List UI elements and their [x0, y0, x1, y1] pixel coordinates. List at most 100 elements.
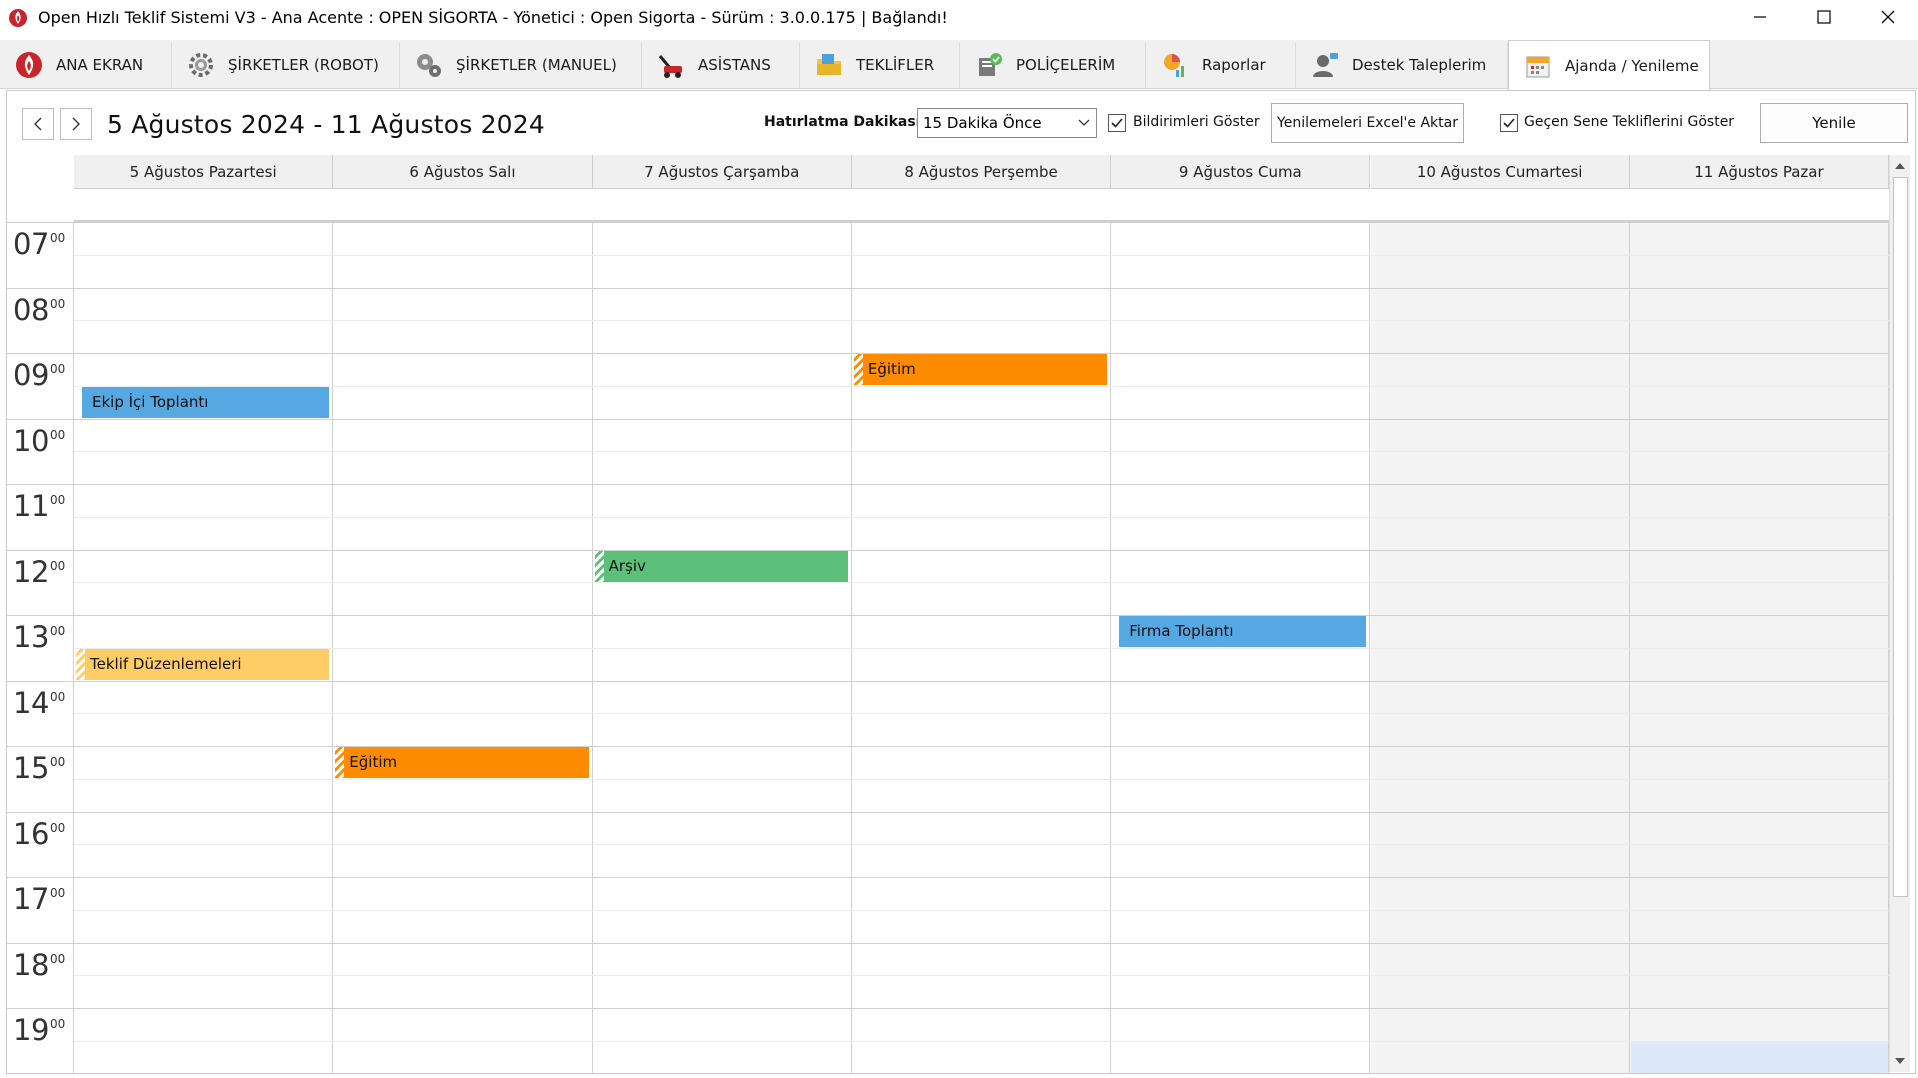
reminder-label: Hatırlatma Dakikası — [764, 114, 921, 130]
maximize-button[interactable] — [1792, 0, 1856, 34]
tab-destek-taleplerim[interactable]: Destek Taleplerim — [1296, 42, 1508, 88]
minute-superscript: 00 — [50, 493, 66, 507]
calendar-event[interactable]: Eğitim — [335, 747, 589, 778]
hour-line — [74, 418, 1889, 420]
tab-ana-ekran[interactable]: ANA EKRAN — [0, 42, 172, 88]
event-title: Eğitim — [349, 753, 398, 771]
day-header[interactable]: 11 Ağustos Pazar — [1629, 155, 1889, 189]
date-range-title: 5 Ağustos 2024 - 11 Ağustos 2024 — [107, 110, 545, 139]
time-grid[interactable]: Ekip İçi Toplantı Eğitim Arşiv Firma Toplan… — [74, 222, 1889, 1073]
calendar-event[interactable]: Firma Toplantı — [1119, 616, 1367, 647]
app-logo-icon — [9, 9, 27, 27]
previous-week-button[interactable] — [22, 108, 54, 140]
hour-label: 10 00 — [7, 418, 74, 484]
hour-label: 16 00 — [7, 811, 74, 877]
half-hour-line — [74, 516, 1889, 518]
calendar-icon — [1521, 49, 1555, 83]
calendar-event[interactable]: Teklif Düzenlemeleri — [76, 648, 330, 680]
main-tab-bar: ANA EKRAN ŞİRKETLER (ROBOT) ŞİRKETLER (M… — [0, 40, 1918, 90]
day-header[interactable]: 6 Ağustos Salı — [333, 155, 593, 189]
folder-icon — [812, 48, 846, 82]
minimize-button[interactable] — [1728, 0, 1792, 34]
day-header[interactable]: 8 Ağustos Perşembe — [851, 155, 1112, 189]
minute-superscript: 00 — [50, 755, 66, 769]
chevron-right-icon — [72, 117, 80, 131]
hour-number: 18 — [13, 947, 49, 982]
half-hour-line — [74, 320, 1889, 322]
day-header[interactable]: 5 Ağustos Pazartesi — [74, 155, 334, 189]
week-calendar: 5 Ağustos Pazartesi 6 Ağustos Salı 7 Ağust… — [7, 155, 1889, 1073]
policy-icon — [972, 48, 1006, 82]
hour-label: 11 00 — [7, 484, 74, 549]
hour-number: 10 — [13, 423, 49, 458]
calendar-event[interactable]: Eğitim — [853, 354, 1108, 385]
hour-label: 12 00 — [7, 549, 74, 615]
calendar-event[interactable]: Ekip İçi Toplantı — [82, 386, 330, 418]
event-title: Eğitim — [867, 360, 916, 378]
hour-line — [74, 615, 1889, 616]
next-week-button[interactable] — [60, 108, 92, 140]
day-header[interactable]: 10 Ağustos Cumartesi — [1370, 155, 1630, 189]
event-title: Ekip İçi Toplantı — [92, 392, 209, 411]
minute-superscript: 00 — [50, 886, 66, 900]
tab-label: POLİÇELERİM — [1016, 56, 1116, 74]
tab-label: ASİSTANS — [698, 56, 771, 74]
event-title: Arşiv — [608, 556, 646, 575]
show-last-year-label: Geçen Sene Tekliflerini Göster — [1524, 114, 1735, 130]
show-last-year-checkbox[interactable] — [1500, 114, 1518, 132]
day-header[interactable]: 7 Ağustos Çarşamba — [592, 155, 852, 189]
half-hour-line — [74, 778, 1889, 780]
scrollbar-thumb[interactable] — [1893, 177, 1908, 897]
all-day-row[interactable] — [74, 189, 1889, 222]
refresh-button[interactable]: Yenile — [1760, 103, 1908, 143]
tentative-stripe — [76, 648, 85, 680]
close-icon — [1881, 10, 1895, 24]
tab-raporlar[interactable]: Raporlar — [1146, 42, 1296, 88]
chevron-left-icon — [34, 117, 42, 131]
tab-label: ANA EKRAN — [56, 56, 144, 74]
tentative-stripe — [594, 550, 604, 582]
hour-line — [74, 811, 1889, 813]
hour-line — [74, 1008, 1889, 1009]
time-ruler: 07 00 08 00 09 00 10 00 11 00 12 00 13 00 14 00 15 00 16 00… — [7, 222, 74, 1073]
tab-sirketler-manuel[interactable]: ŞİRKETLER (MANUEL) — [400, 42, 642, 88]
flame-logo-icon — [12, 48, 46, 82]
half-hour-line — [74, 385, 1889, 387]
hour-number: 07 — [13, 227, 49, 261]
show-notifications-checkbox[interactable] — [1108, 114, 1126, 132]
tab-asistans[interactable]: ASİSTANS — [642, 42, 800, 88]
scroll-up-button[interactable] — [1890, 155, 1910, 175]
tab-sirketler-robot[interactable]: ŞİRKETLER (ROBOT) — [172, 42, 400, 88]
minute-superscript: 00 — [50, 296, 66, 311]
hour-label: 18 00 — [7, 942, 74, 1008]
half-hour-line — [74, 909, 1889, 911]
scroll-down-button[interactable] — [1890, 1051, 1910, 1071]
tab-policelerim[interactable]: POLİÇELERİM — [960, 42, 1146, 88]
tab-ajanda-yenileme[interactable]: Ajanda / Yenileme — [1508, 40, 1710, 90]
tab-label: Destek Taleplerim — [1352, 56, 1487, 74]
hour-label: 14 00 — [7, 680, 74, 746]
hour-label: 19 00 — [7, 1008, 74, 1073]
close-button[interactable] — [1856, 0, 1918, 34]
day-header[interactable]: 9 Ağustos Cuma — [1111, 155, 1371, 189]
selected-time-slot[interactable] — [1630, 1040, 1889, 1073]
tow-truck-icon — [654, 48, 688, 82]
minute-superscript: 00 — [50, 558, 66, 573]
half-hour-line — [74, 1040, 1889, 1042]
support-agent-icon — [1308, 48, 1342, 82]
hour-line — [74, 484, 1889, 485]
hour-line — [74, 942, 1889, 944]
triangle-up-icon — [1895, 162, 1905, 169]
half-hour-line — [74, 451, 1889, 453]
checkmark-icon — [1503, 118, 1515, 128]
half-hour-line — [74, 254, 1889, 256]
tab-teklifler[interactable]: TEKLİFLER — [800, 42, 960, 88]
minute-superscript: 00 — [50, 1017, 66, 1031]
export-excel-button[interactable]: Yenilemeleri Excel'e Aktar — [1271, 103, 1464, 143]
hour-number: 15 — [13, 751, 49, 785]
minute-superscript: 00 — [50, 820, 66, 835]
hour-label: 09 00 — [7, 353, 74, 418]
reminder-dropdown[interactable]: 15 Dakika Önce — [917, 108, 1097, 138]
calendar-event[interactable]: Arşiv — [594, 550, 848, 582]
vertical-scrollbar[interactable] — [1889, 155, 1910, 1072]
